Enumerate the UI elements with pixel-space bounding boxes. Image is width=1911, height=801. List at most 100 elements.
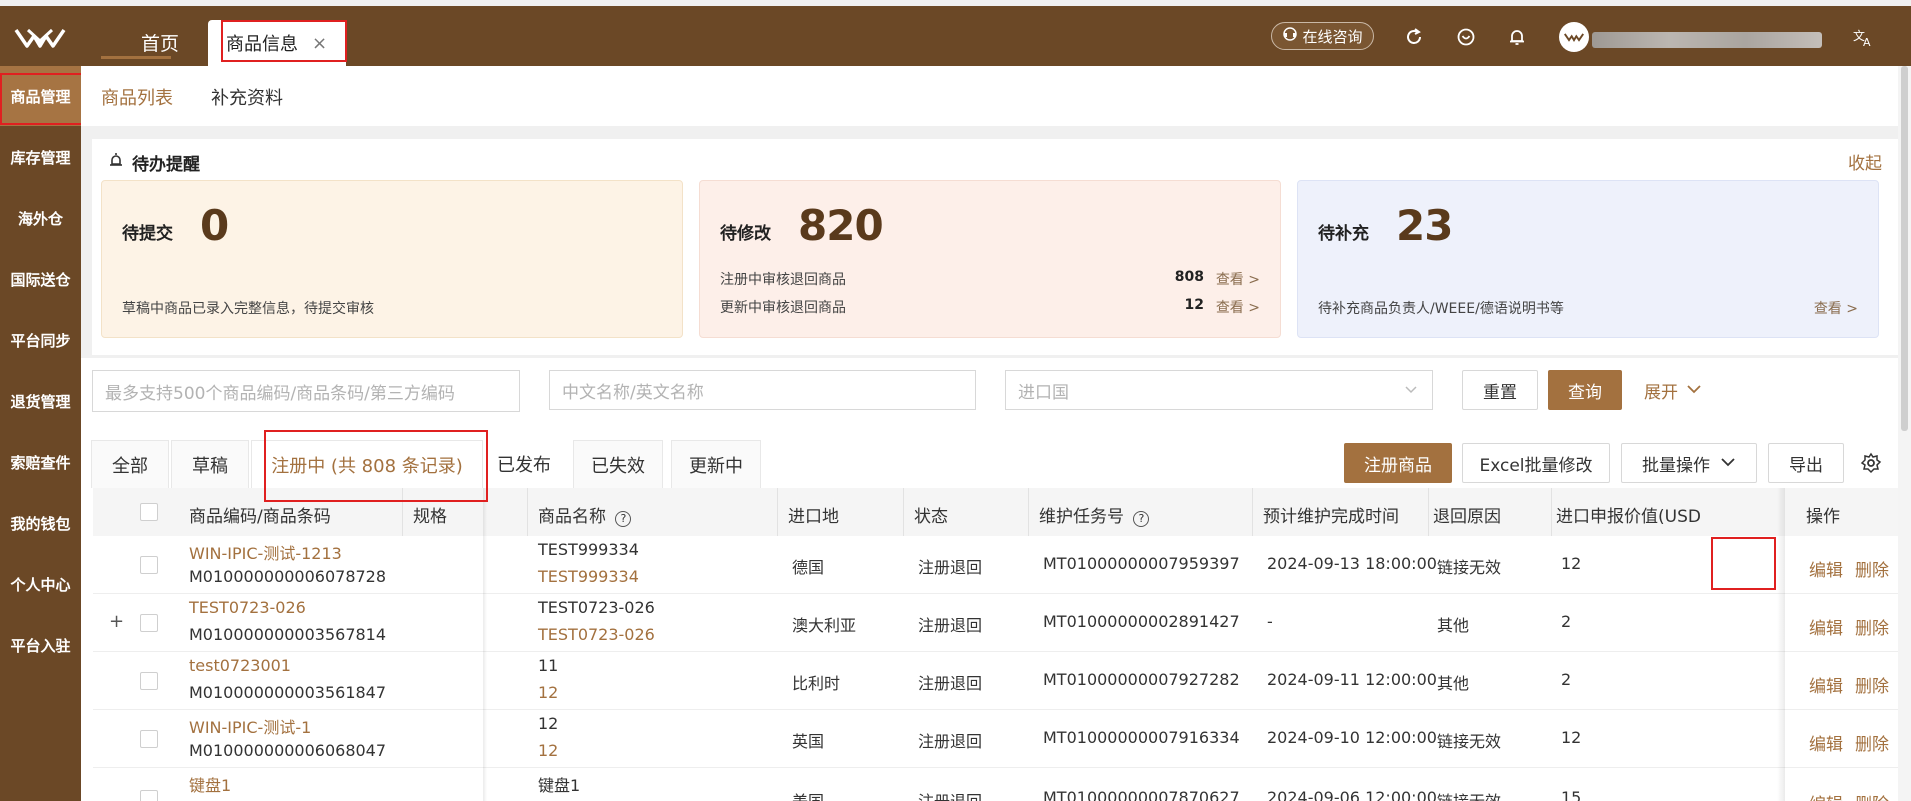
est-time: 2024-09-06 12:00:00 <box>1267 788 1437 801</box>
chevron-down-icon <box>1720 453 1736 473</box>
row-checkbox[interactable] <box>140 614 158 632</box>
tab-expired[interactable]: 已失效 <box>573 440 663 488</box>
excel-batch-modify-button[interactable]: Excel批量修改 <box>1462 443 1610 483</box>
page-scrollbar[interactable] <box>1898 66 1911 801</box>
delete-button[interactable]: 删除 <box>1855 730 1889 755</box>
product-name: TEST999334 <box>538 540 639 559</box>
sidebar-item-personal-center[interactable]: 个人中心 <box>0 554 81 614</box>
active-tab-underline <box>101 56 171 59</box>
import-country: 比利时 <box>792 674 841 693</box>
code-search-input[interactable]: 最多支持500个商品编码/商品条码/第三方编码 <box>92 370 520 412</box>
scrollbar-thumb[interactable] <box>1901 66 1908 431</box>
row-checkbox[interactable] <box>140 556 158 574</box>
expand-button[interactable]: 展开 <box>1633 370 1713 410</box>
view-link[interactable]: 查看 > <box>1814 298 1858 318</box>
tab-product-info-label: 商品信息 <box>226 34 298 55</box>
tab-all[interactable]: 全部 <box>91 440 169 488</box>
product-name-secondary[interactable]: 12 <box>538 683 558 702</box>
help-icon[interactable]: ? <box>1133 511 1150 527</box>
est-time: 2024-09-13 18:00:00 <box>1267 554 1437 573</box>
product-code-link[interactable]: WIN-IPIC-测试-1213 <box>189 540 342 564</box>
tab-updating[interactable]: 更新中 <box>671 440 761 488</box>
sidebar-item-returns[interactable]: 退货管理 <box>0 371 81 431</box>
card-line-text: 注册中审核退回商品 <box>720 272 846 288</box>
gear-icon[interactable] <box>1860 452 1882 479</box>
fixed-column-shadow <box>483 488 487 801</box>
column-divider <box>402 488 403 536</box>
tab-published[interactable]: 已发布 <box>485 440 563 488</box>
expand-row-icon[interactable]: + <box>109 611 124 632</box>
smile-icon[interactable] <box>1454 25 1478 49</box>
row-checkbox[interactable] <box>140 730 158 748</box>
col-header-operation: 操作 <box>1806 507 1840 527</box>
export-button[interactable]: 导出 <box>1768 443 1844 483</box>
table-row: WIN-IPIC-测试-1213 M010000000006078728 TES… <box>93 536 1911 606</box>
delete-button[interactable]: 删除 <box>1855 790 1889 801</box>
translate-icon[interactable]: 文A <box>1852 25 1876 49</box>
reset-button[interactable]: 重置 <box>1462 370 1538 410</box>
batch-operation-button[interactable]: 批量操作 <box>1621 443 1757 483</box>
edit-button[interactable]: 编辑 <box>1809 672 1843 697</box>
name-search-input[interactable]: 中文名称/英文名称 <box>549 370 976 410</box>
edit-button[interactable]: 编辑 <box>1809 614 1843 639</box>
refresh-icon[interactable] <box>1402 25 1426 49</box>
product-name-secondary[interactable]: 12 <box>538 741 558 760</box>
bell-icon[interactable] <box>1505 25 1529 49</box>
query-button[interactable]: 查询 <box>1548 370 1622 410</box>
edit-button[interactable]: 编辑 <box>1809 730 1843 755</box>
row-checkbox[interactable] <box>140 790 158 801</box>
sidebar-item-product-management[interactable]: 商品管理 <box>0 66 81 126</box>
product-code-link[interactable]: TEST0723-026 <box>189 598 306 617</box>
select-all-checkbox[interactable] <box>140 503 158 521</box>
sidebar-item-wallet[interactable]: 我的钱包 <box>0 493 81 553</box>
delete-button[interactable]: 删除 <box>1855 672 1889 697</box>
tab-draft[interactable]: 草稿 <box>171 440 249 488</box>
tab-product-list[interactable]: 商品列表 <box>101 84 173 110</box>
card-label: 待补充 <box>1318 224 1369 244</box>
col-header-return-reason: 退回原因 <box>1433 507 1501 527</box>
tab-supplement-info[interactable]: 补充资料 <box>211 84 283 110</box>
collapse-button[interactable]: 收起 <box>1848 149 1882 174</box>
row-checkbox[interactable] <box>140 672 158 690</box>
return-reason: 链接无效 <box>1437 558 1502 577</box>
product-code-link[interactable]: test0723001 <box>189 656 291 675</box>
view-link[interactable]: 查看 > <box>1216 269 1260 289</box>
avatar[interactable] <box>1559 22 1589 52</box>
online-consult-label: 在线咨询 <box>1302 27 1363 46</box>
column-divider <box>1428 488 1429 536</box>
register-product-button[interactable]: 注册商品 <box>1344 443 1452 483</box>
task-no: MT01000000002891427 <box>1043 612 1240 631</box>
help-icon[interactable]: ? <box>615 511 632 527</box>
logo-icon[interactable] <box>8 18 72 58</box>
close-icon[interactable]: × <box>312 33 327 54</box>
delete-button[interactable]: 删除 <box>1855 614 1889 639</box>
online-consult-button[interactable]: 在线咨询 <box>1271 22 1374 50</box>
tab-product-info[interactable]: 商品信息 × <box>208 20 346 66</box>
sidebar-item-platform-onboarding[interactable]: 平台入驻 <box>0 615 81 675</box>
view-link[interactable]: 查看 > <box>1216 297 1260 317</box>
product-name: 键盘1 <box>538 776 581 795</box>
declared-value: 12 <box>1561 554 1582 573</box>
return-reason: 其他 <box>1437 616 1470 635</box>
col-header-task-no-label: 维护任务号 <box>1039 507 1124 527</box>
card-count: 23 <box>1396 201 1453 250</box>
sidebar-item-claims[interactable]: 索赔查件 <box>0 432 81 492</box>
sidebar-item-inventory[interactable]: 库存管理 <box>0 127 81 187</box>
product-name-secondary[interactable]: TEST0723-026 <box>538 625 655 644</box>
product-name-secondary[interactable]: TEST999334 <box>538 567 639 586</box>
tab-registering[interactable]: 注册中 (共 808 条记录) <box>251 440 483 488</box>
sidebar-item-overseas-warehouse[interactable]: 海外仓 <box>0 188 81 248</box>
product-barcode: M010000000006078728 <box>189 567 387 586</box>
product-code-link[interactable]: 键盘1 <box>189 772 231 796</box>
delete-button[interactable]: 删除 <box>1855 556 1889 581</box>
sidebar-item-platform-sync[interactable]: 平台同步 <box>0 310 81 370</box>
top-strip <box>0 0 1911 6</box>
edit-button[interactable]: 编辑 <box>1809 556 1843 581</box>
sidebar-item-international-delivery[interactable]: 国际送仓 <box>0 249 81 309</box>
card-pending-submit: 待提交 0 草稿中商品已录入完整信息，待提交审核 <box>101 180 683 338</box>
col-header-name-label: 商品名称 <box>538 507 606 527</box>
country-select[interactable]: 进口国 <box>1005 370 1433 410</box>
edit-button[interactable]: 编辑 <box>1809 790 1843 801</box>
product-code-link[interactable]: WIN-IPIC-测试-1 <box>189 714 311 738</box>
column-divider <box>1028 488 1029 536</box>
